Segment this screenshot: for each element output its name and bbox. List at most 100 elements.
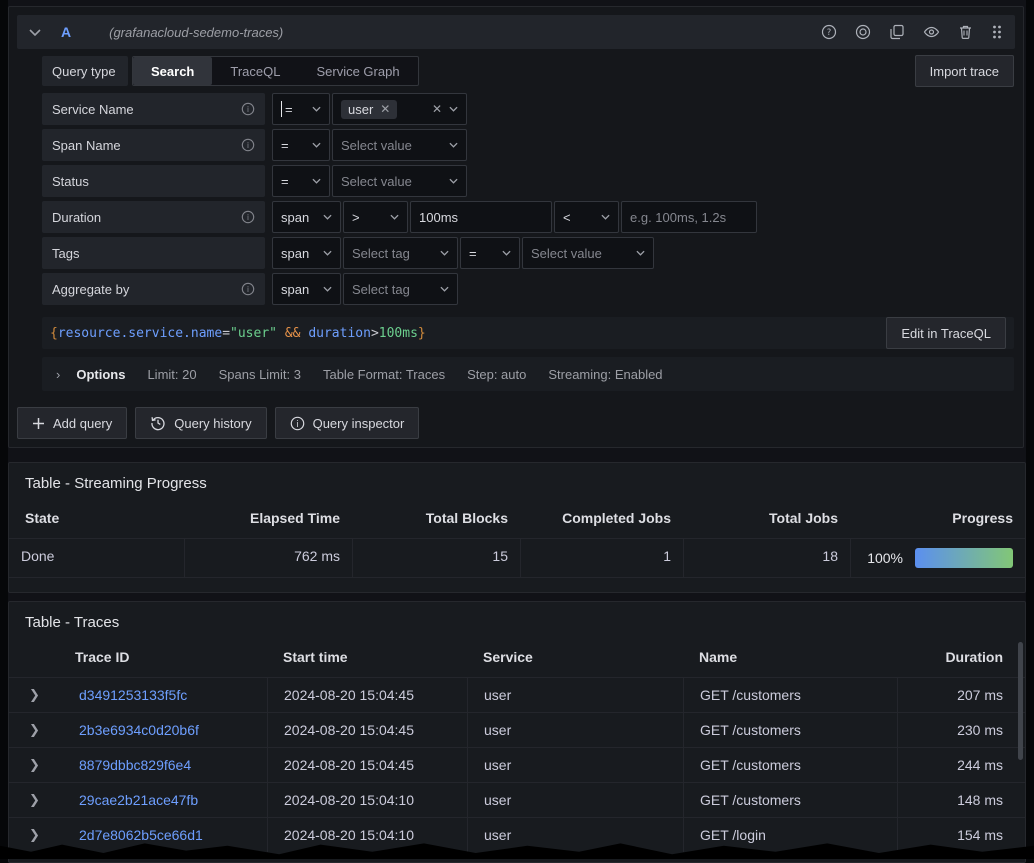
- filter-row-service-name: Service Name i = user ✕ ✕: [42, 93, 1014, 125]
- query-ref-id: A: [61, 24, 71, 40]
- col-service[interactable]: Service: [467, 641, 683, 677]
- remove-value-icon[interactable]: ✕: [380, 103, 390, 115]
- delete-query-trash-icon[interactable]: [958, 24, 973, 40]
- datasource-help-icon[interactable]: ?: [821, 24, 837, 40]
- svg-text:?: ?: [827, 28, 832, 38]
- chevron-down-icon[interactable]: [449, 106, 458, 112]
- drag-handle-icon[interactable]: [991, 24, 1003, 40]
- tags-label: Tags: [52, 246, 79, 261]
- option-limit: Limit: 20: [147, 367, 196, 382]
- trace-id-link[interactable]: 8879dbbc829f6e4: [79, 757, 191, 773]
- datasource-name: (grafanacloud-sedemo-traces): [109, 25, 283, 40]
- col-duration[interactable]: Duration: [897, 641, 1025, 677]
- collapse-chevron-icon[interactable]: [29, 29, 41, 36]
- text-caret: [281, 101, 282, 117]
- duplicate-query-icon[interactable]: [889, 24, 905, 40]
- trace-id-link[interactable]: 29cae2b21ace47fb: [79, 792, 198, 808]
- expand-row-chevron-icon[interactable]: ❯: [29, 687, 79, 703]
- clear-all-icon[interactable]: ✕: [432, 103, 442, 115]
- col-total-blocks[interactable]: Total Blocks: [352, 502, 520, 538]
- options-bar[interactable]: › Options Limit: 20 Spans Limit: 3 Table…: [42, 357, 1014, 391]
- options-expand-chevron-icon[interactable]: ›: [56, 367, 60, 382]
- expand-row-chevron-icon[interactable]: ❯: [29, 792, 79, 808]
- trace-duration: 154 ms: [897, 817, 1025, 852]
- trace-id-link[interactable]: 2b3e6934c0d20b6f: [79, 722, 199, 738]
- tab-traceql[interactable]: TraceQL: [212, 57, 298, 85]
- info-circle-icon: i: [290, 416, 305, 431]
- tags-scope-select[interactable]: span: [272, 237, 341, 269]
- traceql-query-text: {resource.service.name="user" && duratio…: [50, 326, 426, 341]
- option-table-format: Table Format: Traces: [323, 367, 445, 382]
- service-name-operator-select[interactable]: =: [272, 93, 330, 125]
- info-icon: i: [241, 282, 255, 296]
- trace-duration: 148 ms: [897, 782, 1025, 817]
- expand-row-chevron-icon[interactable]: ❯: [29, 827, 79, 843]
- trace-service: user: [467, 712, 683, 747]
- trace-row: ❯ 2b3e6934c0d20b6f 2024-08-20 15:04:45 u…: [9, 712, 1025, 747]
- add-query-button[interactable]: Add query: [17, 407, 127, 439]
- trace-name: GET /login: [683, 817, 897, 852]
- query-row-header: A (grafanacloud-sedemo-traces) ?: [17, 15, 1015, 49]
- traces-panel-title[interactable]: Table - Traces: [9, 602, 1025, 641]
- col-name[interactable]: Name: [683, 641, 897, 677]
- filter-row-span-name: Span Name i = Select value: [42, 129, 1014, 161]
- streaming-panel-title[interactable]: Table - Streaming Progress: [9, 463, 1025, 502]
- col-progress[interactable]: Progress: [850, 502, 1025, 538]
- query-inspector-button[interactable]: i Query inspector: [275, 407, 420, 439]
- query-editor-card: A (grafanacloud-sedemo-traces) ?: [8, 6, 1024, 448]
- duration-max-input[interactable]: e.g. 100ms, 1.2s: [621, 201, 757, 233]
- span-name-value-select[interactable]: Select value: [332, 129, 467, 161]
- status-operator-select[interactable]: =: [272, 165, 330, 197]
- hide-query-eye-icon[interactable]: [923, 24, 940, 40]
- tab-search[interactable]: Search: [133, 57, 212, 85]
- duration-max-operator-select[interactable]: <: [554, 201, 619, 233]
- cell-total-blocks: 15: [352, 538, 520, 578]
- options-label: Options: [76, 367, 125, 382]
- scrollbar-thumb[interactable]: [1018, 642, 1023, 760]
- service-name-value-select[interactable]: user ✕ ✕: [332, 93, 467, 125]
- expand-row-chevron-icon[interactable]: ❯: [29, 722, 79, 738]
- status-value-select[interactable]: Select value: [332, 165, 467, 197]
- trace-start-time: 2024-08-20 15:04:10: [267, 782, 467, 817]
- status-label: Status: [52, 174, 89, 189]
- trace-name: GET /customers: [683, 712, 897, 747]
- span-name-operator-select[interactable]: =: [272, 129, 330, 161]
- duration-min-operator-select[interactable]: >: [343, 201, 408, 233]
- duration-min-input[interactable]: 100ms: [410, 201, 552, 233]
- tags-value-select[interactable]: Select value: [522, 237, 654, 269]
- trace-id-link[interactable]: d3491253133f5fc: [79, 687, 187, 703]
- record-query-icon[interactable]: [855, 24, 871, 40]
- query-type-row: Query type Search TraceQL Service Graph …: [42, 55, 1014, 87]
- col-state[interactable]: State: [9, 502, 184, 538]
- query-type-tabs: Search TraceQL Service Graph: [132, 56, 419, 86]
- progress-bar: [915, 548, 1013, 568]
- col-start-time[interactable]: Start time: [267, 641, 467, 677]
- trace-row: ❯ d3491253133f5fc 2024-08-20 15:04:45 us…: [9, 677, 1025, 712]
- trace-service: user: [467, 817, 683, 852]
- aggregate-by-label: Aggregate by: [52, 282, 129, 297]
- trace-start-time: 2024-08-20 15:04:45: [267, 747, 467, 782]
- tags-operator-select[interactable]: =: [460, 237, 520, 269]
- col-total-jobs[interactable]: Total Jobs: [683, 502, 850, 538]
- cell-progress: 100%: [850, 538, 1025, 578]
- query-footer-buttons: Add query Query history i Query inspecto…: [17, 407, 1015, 439]
- query-history-button[interactable]: Query history: [135, 407, 266, 439]
- streaming-progress-panel: Table - Streaming Progress State Elapsed…: [8, 462, 1026, 593]
- cell-elapsed-time: 762 ms: [184, 538, 352, 578]
- import-trace-button[interactable]: Import trace: [915, 55, 1014, 87]
- trace-duration: 207 ms: [897, 677, 1025, 712]
- trace-name: GET /customers: [683, 747, 897, 782]
- tags-tag-select[interactable]: Select tag: [343, 237, 458, 269]
- aggregate-tag-select[interactable]: Select tag: [343, 273, 458, 305]
- col-completed-jobs[interactable]: Completed Jobs: [520, 502, 683, 538]
- col-elapsed-time[interactable]: Elapsed Time: [184, 502, 352, 538]
- edit-in-traceql-button[interactable]: Edit in TraceQL: [886, 317, 1006, 349]
- streaming-table-header: State Elapsed Time Total Blocks Complete…: [9, 502, 1025, 538]
- expand-row-chevron-icon[interactable]: ❯: [29, 757, 79, 773]
- svg-text:i: i: [247, 105, 249, 114]
- aggregate-scope-select[interactable]: span: [272, 273, 341, 305]
- trace-id-link[interactable]: 2d7e8062b5ce66d1: [79, 827, 203, 843]
- tab-service-graph[interactable]: Service Graph: [298, 57, 417, 85]
- col-trace-id[interactable]: Trace ID: [9, 641, 267, 677]
- duration-scope-select[interactable]: span: [272, 201, 341, 233]
